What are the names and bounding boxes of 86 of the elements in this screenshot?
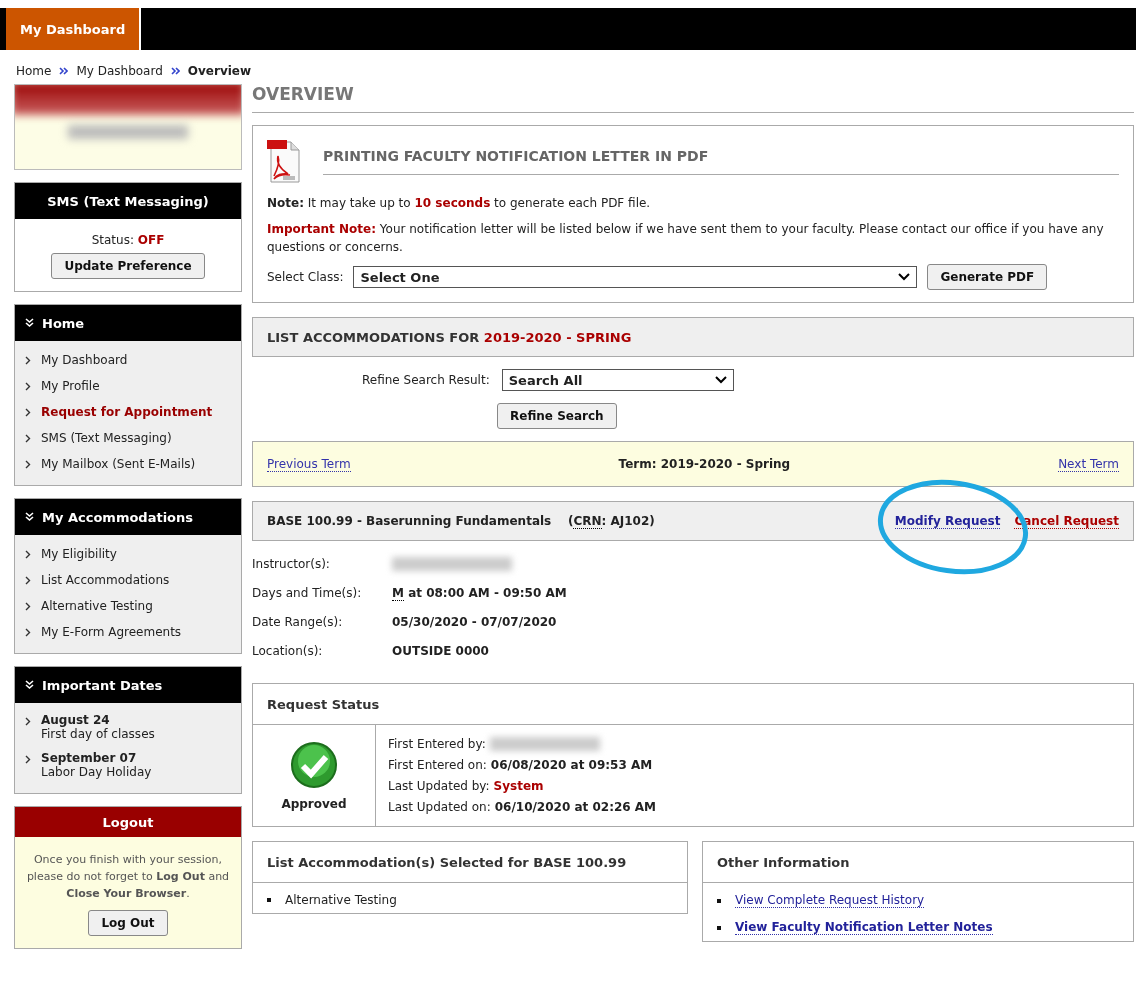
double-chevron-icon [59,67,69,75]
detail-label: Location(s): [252,643,324,658]
breadcrumb-link[interactable]: Home [16,64,52,78]
class-select[interactable]: Select One [353,266,918,288]
double-chevron-down-icon [25,318,34,328]
field-label: First Entered on: [388,758,487,772]
modify-request-link[interactable]: Modify Request [894,513,1001,529]
detail-value: M at 08:00 AM - 09:50 AM [392,585,567,600]
panel-title: Other Information [703,842,1133,883]
sidebar-link[interactable]: My Dashboard [41,353,128,367]
date-title: August 24 [41,713,111,727]
detail-value: OUTSIDE 0000 [392,643,489,658]
chevron-icon [25,459,31,469]
status-label: Approved [281,796,347,811]
info-link[interactable]: View Faculty Notification Letter Notes [735,920,993,935]
pdf-file-icon [267,138,301,184]
sidebar-link[interactable]: List Accommodations [41,573,170,587]
chevron-icon [25,355,31,365]
sidebar-link[interactable]: My Mailbox (Sent E-Mails) [41,457,196,471]
sidebar-link[interactable]: Alternative Testing [41,599,153,613]
refine-label: Refine Search Result: [362,373,490,387]
bullet-icon [717,898,721,903]
term-label: Term: 2019-2020 - Spring [618,457,791,471]
chevron-icon [25,433,31,443]
section-title: LIST ACCOMMODATIONS FOR 2019-2020 - SPRING [267,329,632,345]
caret-icon [898,273,911,281]
sms-status: Status: OFF [91,233,165,247]
field-value: 06/08/2020 at 09:53 AM [490,758,653,772]
date-event: First day of classes [41,727,155,741]
panel-title: Request Status [253,684,1133,725]
chevron-icon [25,755,31,764]
chevron-icon [25,407,31,417]
double-chevron-down-icon [25,512,34,522]
nav-section-header: My Accommodations [15,499,241,535]
chevron-icon [25,627,31,637]
bullet-icon [267,898,271,902]
logout-box-header: Logout [15,807,241,837]
panel-title: PRINTING FACULTY NOTIFICATION LETTER IN PDF [323,148,1119,175]
chevron-icon [25,601,31,611]
date-title: September 07 [41,751,138,765]
chevron-icon [25,717,31,726]
select-class-label: Select Class: [267,270,344,284]
sidebar-link[interactable]: My E-Form Agreements [41,625,182,639]
next-term-link[interactable]: Next Term [1058,456,1119,472]
dashboard-tab[interactable]: My Dashboard [6,8,142,50]
chevron-icon [25,549,31,559]
sms-box-header: SMS (Text Messaging) [15,183,241,219]
field-label: Last Updated on: [388,800,491,814]
double-chevron-down-icon [25,680,34,690]
bullet-icon [717,925,721,930]
field-value: 06/10/2020 at 02:26 AM [494,800,657,814]
detail-value: 05/30/2020 - 07/07/2020 [392,614,557,629]
update-preference-button[interactable]: Update Preference [51,253,205,279]
field-label: Last Updated by: [388,779,490,793]
important-note-text: Important Note: Your notification letter will be listed below if we have sent them to your faculty. Please contact our office if you have any questions or concerns. [267,221,1105,256]
list-item: Alternative Testing [285,893,397,907]
sidebar-link[interactable]: My Eligibility [41,547,117,561]
caret-icon [714,376,727,384]
field-value: System [493,779,544,793]
generate-pdf-button[interactable]: Generate PDF [927,264,1048,290]
note-text: Note: It may take up to 10 seconds to generate each PDF file. [267,195,652,212]
log-out-button[interactable]: Log Out [88,910,168,936]
check-circle-icon [290,740,338,789]
detail-label: Date Range(s): [252,614,344,629]
date-event: Labor Day Holiday [41,765,152,779]
double-chevron-icon [170,67,180,75]
breadcrumb-link[interactable]: My Dashboard [76,64,163,78]
panel-title: List Accommodation(s) Selected for BASE 100.99 [253,842,687,883]
sidebar-link[interactable]: SMS (Text Messaging) [41,431,172,445]
chevron-icon [25,575,31,585]
sidebar-link[interactable]: My Profile [41,379,100,393]
nav-section-header: Important Dates [15,667,241,703]
nav-section-header: Home [15,305,241,341]
refine-search-button[interactable]: Refine Search [497,403,617,429]
info-link[interactable]: View Complete Request History [735,893,925,908]
chevron-icon [25,381,31,391]
course-title: BASE 100.99 - Baserunning Fundamentals (CRN: AJ102) [267,514,655,528]
field-label: First Entered by: [388,737,486,751]
refine-select[interactable]: Search All [501,369,734,391]
detail-label: Days and Time(s): [252,585,363,600]
sidebar-link[interactable]: Request for Appointment [41,405,213,419]
logout-message: Once you finish with your session, please do not forget to Log Out and Close Your Browser. [25,852,231,902]
detail-label: Instructor(s): [252,556,331,571]
page-title: OVERVIEW [252,84,1134,113]
previous-term-link[interactable]: Previous Term [267,456,351,472]
breadcrumb-current: Overview [187,64,252,78]
